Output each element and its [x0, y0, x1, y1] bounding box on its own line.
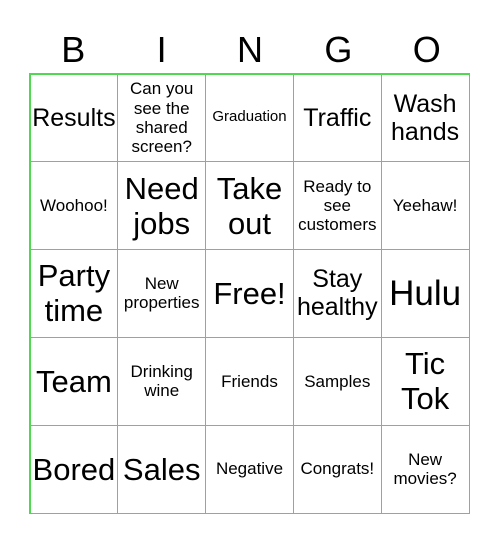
bingo-cell[interactable]: Wash hands	[380, 73, 470, 163]
bingo-cell[interactable]: Negative	[205, 424, 294, 514]
bingo-cell[interactable]: Samples	[292, 336, 382, 426]
bingo-cell[interactable]: Graduation	[205, 73, 294, 163]
bingo-cell[interactable]: Results	[29, 73, 119, 163]
bingo-cell[interactable]: Woohoo!	[29, 161, 119, 251]
bingo-cell[interactable]: New movies?	[380, 424, 470, 514]
bingo-cell[interactable]: Sales	[117, 424, 207, 514]
bingo-cell[interactable]: Bored	[29, 424, 119, 514]
bingo-cell[interactable]: New properties	[117, 249, 207, 338]
bingo-cell[interactable]: Tic Tok	[380, 336, 470, 426]
bingo-grid: Results Can you see the shared screen? G…	[29, 73, 470, 514]
bingo-cell[interactable]: Can you see the shared screen?	[117, 73, 207, 163]
bingo-cell[interactable]: Team	[29, 336, 119, 426]
header-letter-i: I	[156, 29, 167, 70]
bingo-cell[interactable]: Congrats!	[292, 424, 382, 514]
bingo-cell[interactable]: Traffic	[292, 73, 382, 163]
bingo-cell[interactable]: Stay healthy	[292, 249, 382, 338]
header-letter-g: G	[324, 29, 353, 70]
bingo-cell[interactable]: Take out	[205, 161, 294, 251]
bingo-cell[interactable]: Yeehaw!	[380, 161, 470, 251]
bingo-cell[interactable]: Drinking wine	[117, 336, 207, 426]
header-letter-n: N	[236, 29, 263, 70]
header-letter-b: B	[61, 29, 86, 70]
header-letter-o: O	[412, 29, 441, 70]
bingo-cell[interactable]: Need jobs	[117, 161, 207, 251]
bingo-cell-free[interactable]: Free!	[205, 249, 294, 338]
bingo-cell[interactable]: Friends	[205, 336, 294, 426]
bingo-cell[interactable]: Ready to see customers	[292, 161, 382, 251]
bingo-cell[interactable]: Party time	[29, 249, 119, 338]
bingo-cell[interactable]: Hulu	[380, 249, 470, 338]
bingo-header: B I N G O	[29, 28, 471, 72]
